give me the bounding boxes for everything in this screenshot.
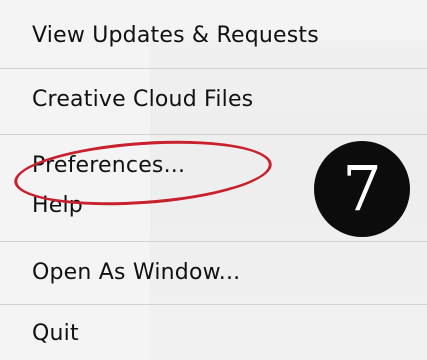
context-menu: View Updates & Requests Creative Cloud F… — [0, 0, 427, 360]
menu-item-view-updates[interactable]: View Updates & Requests — [0, 22, 427, 50]
menu-item-creative-cloud-files[interactable]: Creative Cloud Files — [0, 86, 427, 114]
menu-separator — [0, 241, 427, 242]
menu-item-label: Quit — [32, 321, 79, 346]
menu-item-label: Creative Cloud Files — [32, 87, 254, 112]
menu-item-label: View Updates & Requests — [32, 23, 319, 48]
menu-item-quit[interactable]: Quit — [0, 320, 427, 348]
menu-separator — [0, 304, 427, 305]
step-number-badge: 7 — [314, 141, 410, 237]
menu-item-open-as-window[interactable]: Open As Window... — [0, 259, 427, 287]
menu-item-label: Open As Window... — [32, 260, 241, 285]
menu-separator — [0, 68, 427, 69]
menu-separator — [0, 134, 427, 135]
